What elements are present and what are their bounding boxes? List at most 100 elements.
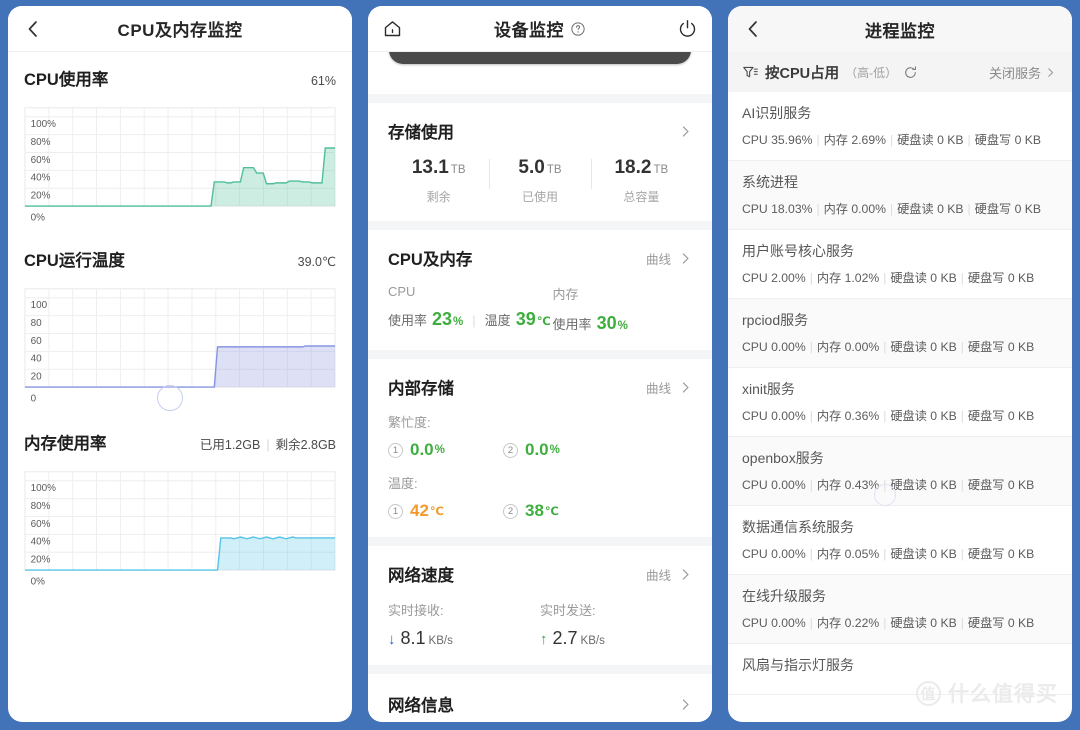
network-tx-label: 实时发送:	[540, 603, 596, 618]
chevron-right-icon[interactable]	[679, 125, 692, 138]
touch-ripple-indicator	[157, 384, 183, 411]
section-mem-usage: 内存使用率 已用1.2GB | 剩余2.8GB 100% 80% 60% 40% 20% 0%	[8, 408, 352, 591]
process-row[interactable]: 用户账号核心服务 CPU 2.00% | 内存 1.02% | 硬盘读 0 KB | 硬盘写 …	[728, 230, 1072, 299]
section-gap	[368, 665, 712, 674]
process-stats: CPU 0.00% | 内存 0.43% | 硬盘读 0 KB | 硬盘写 0 KB	[742, 478, 1035, 492]
process-name: 风扇与指示灯服务	[742, 657, 854, 673]
network-rx-unit: KB/s	[428, 635, 453, 647]
chevron-right-icon[interactable]	[679, 698, 692, 711]
process-stats: CPU 0.00% | 内存 0.05% | 硬盘读 0 KB | 硬盘写 0 KB	[742, 547, 1035, 561]
internal-storage-curve-link[interactable]: 曲线	[646, 378, 692, 397]
svg-text:60: 60	[31, 336, 43, 347]
chevron-right-icon[interactable]	[679, 381, 692, 394]
process-stats: CPU 0.00% | 内存 0.36% | 硬盘读 0 KB | 硬盘写 0 KB	[742, 409, 1035, 423]
chevron-right-icon[interactable]	[1045, 66, 1058, 79]
process-row[interactable]: openbox服务 CPU 0.00% | 内存 0.43% | 硬盘读 0 KB | 硬盘写…	[728, 437, 1072, 506]
network-tx-unit: KB/s	[580, 635, 605, 647]
storage-free-unit: TB	[450, 164, 466, 176]
svg-text:60%: 60%	[31, 155, 51, 166]
process-stats: CPU 0.00% | 内存 0.22% | 硬盘读 0 KB | 硬盘写 0 KB	[742, 616, 1035, 630]
device-image-bottom-edge	[388, 52, 692, 64]
svg-text:80: 80	[31, 318, 43, 329]
svg-text:60%: 60%	[31, 519, 51, 530]
process-row[interactable]: 数据通信系统服务 CPU 0.00% | 内存 0.05% | 硬盘读 0 KB | 硬盘写 …	[728, 506, 1072, 575]
process-row[interactable]: 风扇与指示灯服务	[728, 644, 1072, 695]
left-header: CPU及内存监控	[8, 6, 352, 52]
process-name: openbox服务	[742, 450, 824, 466]
storage-used-unit: TB	[546, 164, 562, 176]
right-header: 进程监控	[728, 6, 1072, 52]
right-page-title: 进程监控	[865, 21, 935, 41]
process-stats: CPU 2.00% | 内存 1.02% | 硬盘读 0 KB | 硬盘写 0 KB	[742, 271, 1035, 285]
disk-index-badge: 1	[388, 503, 403, 519]
cpu-usage-chart: 100% 80% 60% 40% 20% 0%	[24, 104, 336, 227]
process-row[interactable]: xinit服务 CPU 0.00% | 内存 0.36% | 硬盘读 0 KB | 硬盘写 0…	[728, 368, 1072, 437]
card-cpu-memory[interactable]: CPU及内存 曲线 CPU 使用率 23 % | 温度 39 ℃ 内存 使用率 …	[368, 230, 712, 350]
network-speed-stats: 实时接收: ↓ 8.1 KB/s 实时发送: ↑ 2.7 KB/s	[388, 600, 692, 649]
section-cpu-temp-head: CPU运行温度 39.0℃	[24, 247, 336, 271]
filter-sort-icon[interactable]	[742, 64, 759, 81]
back-icon[interactable]	[742, 18, 764, 40]
cpu-memory-stats: CPU 使用率 23 % | 温度 39 ℃ 内存 使用率 30 %	[388, 284, 692, 334]
network-rx-col: 实时接收: ↓ 8.1 KB/s	[388, 600, 540, 649]
left-panel: CPU及内存监控 CPU使用率 61% 100% 80% 60% 40% 20% 0% C…	[0, 0, 360, 730]
busy-item-1: 1 0.0 %	[388, 440, 503, 460]
busy-1-unit: %	[434, 444, 445, 456]
cpu-memory-curve-link[interactable]: 曲线	[646, 249, 692, 268]
network-tx-col: 实时发送: ↑ 2.7 KB/s	[540, 600, 692, 649]
memory-col-values: 使用率 30 %	[553, 313, 692, 334]
network-speed-curve-link[interactable]: 曲线	[646, 565, 692, 584]
refresh-icon[interactable]	[903, 65, 918, 80]
process-row[interactable]: AI识别服务 CPU 35.96% | 内存 2.69% | 硬盘读 0 KB | 硬盘写 0…	[728, 92, 1072, 161]
close-service-button[interactable]: 关闭服务	[989, 63, 1058, 82]
internal-storage-curve-label: 曲线	[645, 381, 671, 396]
card-network-speed[interactable]: 网络速度 曲线 实时接收: ↓ 8.1 KB/s 实时发送: ↑ 2.7 KB/…	[368, 546, 712, 665]
storage-total-unit: TB	[653, 164, 669, 176]
touch-ripple-indicator	[874, 484, 896, 506]
storage-total-value: 18.2 TB	[591, 157, 692, 179]
sort-control[interactable]: 按CPU占用 （高-低）	[742, 62, 918, 83]
process-row[interactable]: 系统进程 CPU 18.03% | 内存 0.00% | 硬盘读 0 KB | 硬盘写 0 K…	[728, 161, 1072, 230]
memory-usage-unit: %	[617, 320, 628, 332]
chevron-right-icon[interactable]	[679, 568, 692, 581]
memory-col-head: 内存	[552, 287, 579, 302]
cpu-temp-number: 39	[515, 309, 536, 329]
storage-used-num: 5.0	[518, 157, 545, 178]
card-storage[interactable]: 存储使用 13.1 TB 剩余 5.0 TB 已使用 18.2 TB 总容量	[368, 103, 712, 221]
svg-text:100%: 100%	[31, 483, 57, 494]
disk-index-badge: 2	[503, 503, 518, 519]
process-stats: CPU 0.00% | 内存 0.00% | 硬盘读 0 KB | 硬盘写 0 KB	[742, 340, 1035, 354]
process-row[interactable]: rpciod服务 CPU 0.00% | 内存 0.00% | 硬盘读 0 KB | 硬盘写 …	[728, 299, 1072, 368]
cpu-temp-label: 温度	[484, 313, 511, 328]
storage-used-label: 已使用	[521, 190, 558, 204]
mem-value-separator: |	[266, 437, 270, 452]
network-tx-value: ↑ 2.7 KB/s	[540, 628, 692, 649]
card-internal-storage-head: 内部存储 曲线	[388, 375, 692, 399]
svg-text:20: 20	[31, 372, 43, 383]
network-info-title: 网络信息	[388, 697, 454, 715]
card-network-speed-head: 网络速度 曲线	[388, 562, 692, 586]
storage-cell-total: 18.2 TB 总容量	[590, 157, 692, 205]
middle-header: 设备监控	[368, 6, 712, 52]
left-page-title: CPU及内存监控	[117, 21, 243, 40]
storage-total-num: 18.2	[614, 157, 652, 178]
cpu-usage-chart-svg: 100% 80% 60% 40% 20% 0%	[24, 107, 336, 223]
sort-order-label: （高-低）	[845, 65, 898, 80]
svg-text:20%: 20%	[31, 191, 51, 202]
three-panel-screenshot: CPU及内存监控 CPU使用率 61% 100% 80% 60% 40% 20% 0% C…	[0, 0, 1080, 730]
storage-stats: 13.1 TB 剩余 5.0 TB 已使用 18.2 TB 总容量	[388, 157, 692, 205]
cpu-values-divider: |	[472, 313, 476, 328]
cpu-temp-title: CPU运行温度	[24, 251, 125, 270]
mem-usage-chart: 100% 80% 60% 40% 20% 0%	[24, 468, 336, 591]
section-cpu-usage: CPU使用率 61% 100% 80% 60% 40% 20% 0%	[8, 52, 352, 227]
question-circle-icon[interactable]	[570, 21, 586, 37]
disk-temp-item-1: 1 42 ℃	[388, 501, 503, 521]
chevron-right-icon[interactable]	[679, 252, 692, 265]
disk-temp-2-value: 38	[525, 501, 544, 520]
back-icon[interactable]	[22, 18, 44, 40]
card-network-info[interactable]: 网络信息	[368, 674, 712, 722]
disk-index-badge: 2	[503, 442, 518, 458]
card-internal-storage[interactable]: 内部存储 曲线 繁忙度: 1 0.0 % 2 0.0 % 温度: 1 42 ℃ …	[368, 359, 712, 537]
process-row[interactable]: 在线升级服务 CPU 0.00% | 内存 0.22% | 硬盘读 0 KB | 硬盘写 0 …	[728, 575, 1072, 644]
close-service-label: 关闭服务	[988, 65, 1041, 81]
